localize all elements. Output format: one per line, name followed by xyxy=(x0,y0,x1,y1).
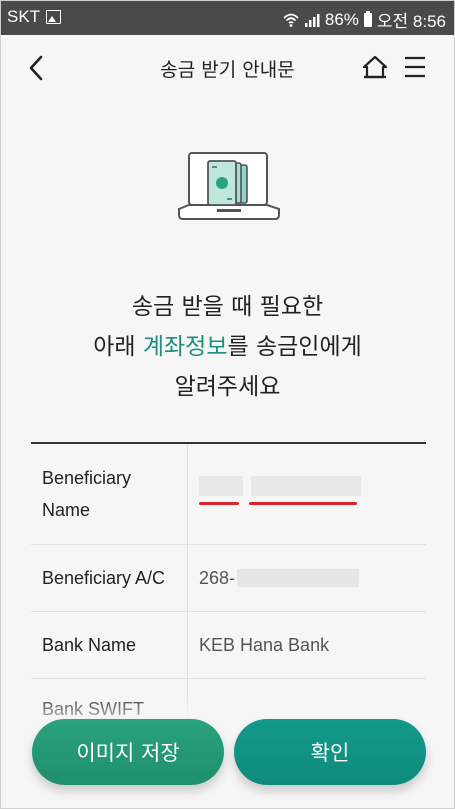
headline-line-3: 알려주세요 xyxy=(174,374,281,400)
carrier-label: SKT xyxy=(7,7,41,26)
clock: 오전 8:56 xyxy=(376,12,446,31)
guide-headline: 송금 받을 때 필요한 아래 계좌정보를 송금인에게 알려주세요 xyxy=(1,287,454,407)
app-screen: SKT 86% 오전 8:56 송금 받기 안내문 송금 받을 때 필요한 아래… xyxy=(0,0,455,809)
battery-percent: 86% xyxy=(324,9,359,29)
masked-name xyxy=(199,474,389,514)
home-icon xyxy=(362,55,388,79)
app-header: 송금 받기 안내문 xyxy=(1,35,454,101)
masked-account-number xyxy=(237,569,360,587)
image-notification-icon xyxy=(46,10,62,24)
beneficiary-name-value xyxy=(188,444,426,544)
laptop-money-illustration xyxy=(177,151,281,225)
wifi-icon xyxy=(283,12,299,28)
headline-line-2: 아래 계좌정보를 송금인에게 xyxy=(93,334,362,360)
beneficiary-account-value: 268- xyxy=(188,545,426,611)
table-row: Bank Name KEB Hana Bank xyxy=(31,612,426,679)
save-image-button[interactable]: 이미지 저장 xyxy=(32,719,224,785)
beneficiary-name-label: Beneficiary Name xyxy=(31,444,188,544)
home-button[interactable] xyxy=(361,53,389,81)
battery-icon xyxy=(363,10,372,27)
red-underline xyxy=(249,502,357,505)
beneficiary-account-label: Beneficiary A/C xyxy=(31,545,188,611)
table-row: Beneficiary A/C 268- xyxy=(31,545,426,612)
table-row: Beneficiary Name xyxy=(31,444,426,545)
menu-icon xyxy=(405,56,425,78)
signal-icon xyxy=(304,12,320,28)
confirm-button[interactable]: 확인 xyxy=(234,719,426,785)
headline-line-1: 송금 받을 때 필요한 xyxy=(131,294,324,320)
bank-name-value: KEB Hana Bank xyxy=(199,634,330,655)
red-underline xyxy=(199,502,239,505)
menu-button[interactable] xyxy=(403,55,427,79)
account-info-highlight: 계좌정보 xyxy=(142,334,228,360)
status-bar: SKT 86% 오전 8:56 xyxy=(1,1,454,35)
bank-name-label: Bank Name xyxy=(31,612,188,678)
